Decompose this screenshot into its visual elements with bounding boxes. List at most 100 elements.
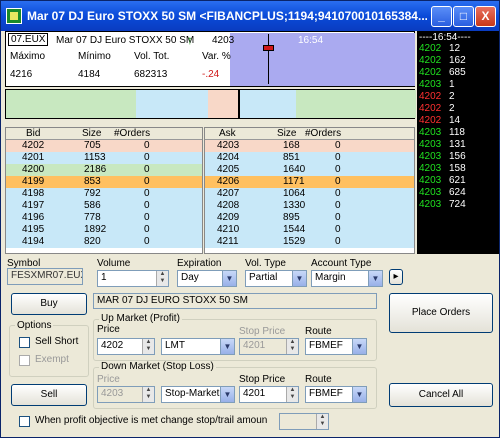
sell-short-checkbox[interactable] — [19, 337, 30, 348]
expand-arrow-button[interactable]: ▸ — [389, 269, 403, 285]
table-cell: 0 — [335, 236, 341, 247]
time-and-sales[interactable]: ----16:54---- 4202 12 4202 162 4202 685 4203 1 4… — [417, 31, 499, 254]
table-cell: 4208 — [217, 200, 240, 211]
options-label: Options — [15, 320, 54, 331]
volume-label: Vol. Tot. — [134, 51, 170, 62]
tas-size: 1 — [449, 79, 455, 90]
table-cell: 0 — [335, 188, 341, 199]
contract-name: Mar 07 DJ Euro STOXX 50 SM — [56, 35, 195, 46]
table-cell: 0 — [144, 212, 150, 223]
table-row[interactable]: 4205 1640 0 — [205, 164, 414, 176]
expiration-select[interactable]: Day ▼ — [177, 270, 237, 287]
close-button[interactable]: X — [475, 6, 496, 27]
tas-size: 118 — [449, 127, 465, 138]
up-arrow-icon: ↑ — [187, 33, 193, 47]
tas-size: 724 — [449, 199, 466, 210]
down-market-label: Down Market (Stop Loss) — [99, 361, 216, 372]
chevron-down-icon: ▼ — [352, 339, 366, 354]
down-stop-input[interactable]: 4201 ▲ ▼ — [239, 386, 299, 403]
table-cell: 4200 — [22, 164, 45, 175]
up-route-label: Route — [305, 326, 332, 337]
account-select[interactable]: Margin ▼ — [311, 270, 383, 287]
table-row[interactable]: 4211 1529 0 — [205, 236, 414, 248]
profit-objective-checkbox[interactable] — [19, 416, 30, 427]
volume-input[interactable]: 1 ▲ ▼ — [97, 270, 169, 287]
table-cell: 0 — [335, 140, 341, 151]
table-cell: 2186 — [84, 164, 107, 175]
voltype-label: Vol. Type — [245, 258, 286, 269]
voltype-select[interactable]: Partial ▼ — [245, 270, 307, 287]
down-route-select[interactable]: FBMEF ▼ — [305, 386, 367, 403]
table-row[interactable]: 4196 778 0 — [6, 212, 202, 224]
table-cell: 1640 — [283, 164, 306, 175]
table-cell: 0 — [144, 236, 150, 247]
change-value: -.24 — [202, 69, 220, 80]
exempt-checkbox[interactable] — [19, 355, 30, 366]
table-row[interactable]: 4201 1153 0 — [6, 152, 202, 164]
table-cell: 0 — [144, 188, 150, 199]
table-row[interactable]: 4195 1892 0 — [6, 224, 202, 236]
tas-price: 4203 — [419, 187, 442, 198]
table-row[interactable]: 4207 1064 0 — [205, 188, 414, 200]
buy-button[interactable]: Buy — [11, 293, 87, 315]
tas-price: 4202 — [419, 91, 442, 102]
options-group — [9, 325, 89, 377]
table-cell: 4202 — [22, 140, 45, 151]
chevron-down-icon: ▼ — [220, 339, 234, 354]
table-cell: 0 — [335, 176, 341, 187]
depth-bar — [5, 89, 416, 119]
sell-button[interactable]: Sell — [11, 384, 87, 406]
trail-amount-input[interactable]: ▲ ▼ — [279, 413, 329, 430]
tas-price: 4203 — [419, 79, 442, 90]
table-cell: 4196 — [22, 212, 45, 223]
table-cell: 0 — [335, 212, 341, 223]
table-row[interactable]: 4204 851 0 — [205, 152, 414, 164]
title-bar[interactable]: Mar 07 DJ Euro STOXX 50 SM <FIBANCPLUS;1… — [1, 1, 499, 31]
exempt-label: Exempt — [35, 354, 69, 365]
table-cell: 586 — [84, 200, 101, 211]
table-row[interactable]: 4197 586 0 — [6, 200, 202, 212]
table-row[interactable]: 4194 820 0 — [6, 236, 202, 248]
table-cell: 1892 — [84, 224, 107, 235]
table-cell: 853 — [84, 176, 101, 187]
down-type-select[interactable]: Stop-Market ▼ — [161, 386, 235, 403]
table-cell: 4197 — [22, 200, 45, 211]
table-row[interactable]: 4206 1171 0 — [205, 176, 414, 188]
table-row[interactable]: 4202 705 0 — [6, 140, 202, 152]
table-cell: 4199 — [22, 176, 45, 187]
table-cell: 778 — [84, 212, 101, 223]
table-row[interactable]: 4203 168 0 — [205, 140, 414, 152]
ask-table[interactable]: Ask Size #Orders 4203 168 0 4204 851 0 4205 164… — [204, 127, 415, 254]
volume-label: Volume — [97, 258, 131, 269]
table-row[interactable]: 4198 792 0 — [6, 188, 202, 200]
table-cell: 895 — [283, 212, 300, 223]
table-cell: 168 — [283, 140, 300, 151]
maximize-button[interactable]: □ — [453, 6, 474, 27]
table-cell: 1064 — [283, 188, 306, 199]
table-cell: 1330 — [283, 200, 306, 211]
up-type-select[interactable]: LMT ▼ — [161, 338, 235, 355]
down-price-input[interactable]: 4203 ▲ ▼ — [97, 386, 155, 403]
up-price-input[interactable]: 4202 ▲ ▼ — [97, 338, 155, 355]
table-row[interactable]: 4210 1544 0 — [205, 224, 414, 236]
bid-table[interactable]: Bid Size #Orders 4202 705 0 4201 1153 0 4200 21… — [5, 127, 203, 254]
quote-panel: 07.EUX Mar 07 DJ Euro STOXX 50 SM ↑ 4203… — [5, 31, 415, 87]
place-orders-button[interactable]: Place Orders — [389, 293, 493, 333]
table-row[interactable]: 4199 853 0 — [6, 176, 202, 188]
ask-table-header: Ask Size #Orders — [205, 128, 414, 140]
expiration-label: Expiration — [177, 258, 222, 269]
chevron-down-icon: ▼ — [222, 271, 236, 286]
account-label: Account Type — [311, 258, 372, 269]
table-row[interactable]: 4209 895 0 — [205, 212, 414, 224]
sell-short-label: Sell Short — [35, 336, 79, 347]
table-row[interactable]: 4200 2186 0 — [6, 164, 202, 176]
up-route-select[interactable]: FBMEF ▼ — [305, 338, 367, 355]
high-value: 4216 — [10, 69, 33, 80]
minimize-button[interactable]: _ — [431, 6, 452, 27]
quote-time: 16:54 — [298, 35, 324, 46]
cancel-all-button[interactable]: Cancel All — [389, 383, 493, 407]
table-cell: 4207 — [217, 188, 240, 199]
table-row[interactable]: 4208 1330 0 — [205, 200, 414, 212]
table-cell: 0 — [144, 176, 150, 187]
up-stop-input[interactable]: 4201 ▲ ▼ — [239, 338, 299, 355]
